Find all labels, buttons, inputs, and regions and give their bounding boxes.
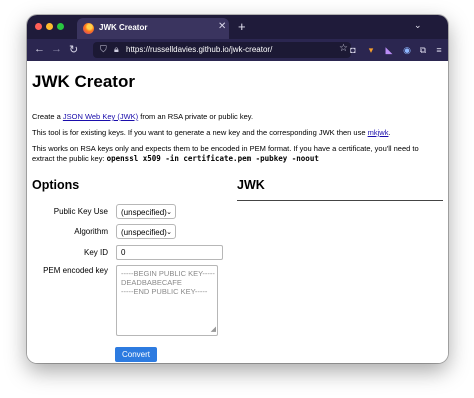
algorithm-select[interactable]: (unspecified) ⌄ xyxy=(116,224,176,239)
lock-icon[interactable]: 🔒︎ xyxy=(114,44,119,55)
maximize-window-button[interactable] xyxy=(57,23,64,30)
public-key-use-select[interactable]: (unspecified) ⌄ xyxy=(116,204,176,219)
convert-button[interactable]: Convert xyxy=(115,347,157,362)
pem-key-label: PEM encoded key xyxy=(43,266,108,275)
tab-jwk-creator[interactable]: JWK Creator ✕ xyxy=(77,18,229,39)
resize-grip-icon[interactable]: ◢ xyxy=(211,325,216,334)
pem-paragraph: This works on RSA keys only and expects … xyxy=(32,144,442,164)
extensions-icon[interactable]: ⧉ xyxy=(418,45,428,55)
algorithm-value: (unspecified) xyxy=(121,228,167,237)
extension-bird-icon[interactable]: ◣ xyxy=(384,45,394,55)
tab-bar: JWK Creator ✕ + ⌄ xyxy=(27,15,448,39)
jwk-output-divider xyxy=(237,200,443,201)
close-window-button[interactable] xyxy=(35,23,42,30)
reload-button[interactable]: ↻ xyxy=(69,43,78,56)
page-content: JWK Creator Create a JSON Web Key (JWK) … xyxy=(27,61,448,363)
close-tab-icon[interactable]: ✕ xyxy=(218,21,226,32)
tab-title: JWK Creator xyxy=(99,23,148,32)
tab-list-icon[interactable]: ⌄ xyxy=(414,20,422,31)
nav-bar: ← → ↻ ⛉ 🔒︎ https://russelldavies.github.… xyxy=(27,39,448,61)
jwk-spec-link[interactable]: JSON Web Key (JWK) xyxy=(63,112,138,121)
openssl-command: openssl x509 -in certificate.pem -pubkey… xyxy=(106,154,319,163)
options-heading: Options xyxy=(32,178,80,192)
page-title: JWK Creator xyxy=(32,72,135,91)
extension-fox-icon[interactable]: ▾ xyxy=(366,45,376,55)
shield-icon[interactable]: ⛉ xyxy=(100,44,107,55)
pem-key-placeholder: -----BEGIN PUBLIC KEY----- DEADBABECAFE … xyxy=(121,269,215,296)
chevron-down-icon: ⌄ xyxy=(166,209,172,216)
existing-prefix: This tool is for existing keys. If you w… xyxy=(32,128,368,137)
menu-icon[interactable]: ≡ xyxy=(434,45,444,55)
algorithm-label: Algorithm xyxy=(74,227,108,236)
back-button[interactable]: ← xyxy=(34,43,45,55)
existing-keys-paragraph: This tool is for existing keys. If you w… xyxy=(32,128,442,138)
intro-paragraph: Create a JSON Web Key (JWK) from an RSA … xyxy=(32,112,442,122)
forward-button[interactable]: → xyxy=(51,43,62,55)
account-icon[interactable]: ◉ xyxy=(402,45,412,55)
firefox-icon xyxy=(83,23,94,34)
browser-window: JWK Creator ✕ + ⌄ ← → ↻ ⛉ 🔒︎ https://rus… xyxy=(27,15,448,363)
mkjwk-link[interactable]: mkjwk xyxy=(368,128,389,137)
existing-suffix: . xyxy=(388,128,391,137)
public-key-use-label: Public Key Use xyxy=(53,207,108,216)
public-key-use-value: (unspecified) xyxy=(121,208,167,217)
address-bar[interactable]: ⛉ 🔒︎ https://russelldavies.github.io/jwk… xyxy=(93,42,351,58)
chevron-down-icon: ⌄ xyxy=(166,229,172,236)
new-tab-button[interactable]: + xyxy=(238,19,246,34)
pem-key-textarea[interactable]: -----BEGIN PUBLIC KEY----- DEADBABECAFE … xyxy=(116,265,218,336)
key-id-label: Key ID xyxy=(83,248,108,257)
url-text[interactable]: https://russelldavies.github.io/jwk-crea… xyxy=(126,45,272,54)
intro-prefix: Create a xyxy=(32,112,63,121)
minimize-window-button[interactable] xyxy=(46,23,53,30)
jwk-heading: JWK xyxy=(237,178,265,192)
intro-suffix: from an RSA private or public key. xyxy=(138,112,254,121)
star-icon[interactable]: ☆ xyxy=(339,43,348,54)
key-id-input[interactable]: 0 xyxy=(116,245,223,260)
pocket-icon[interactable]: ◘ xyxy=(348,45,358,55)
